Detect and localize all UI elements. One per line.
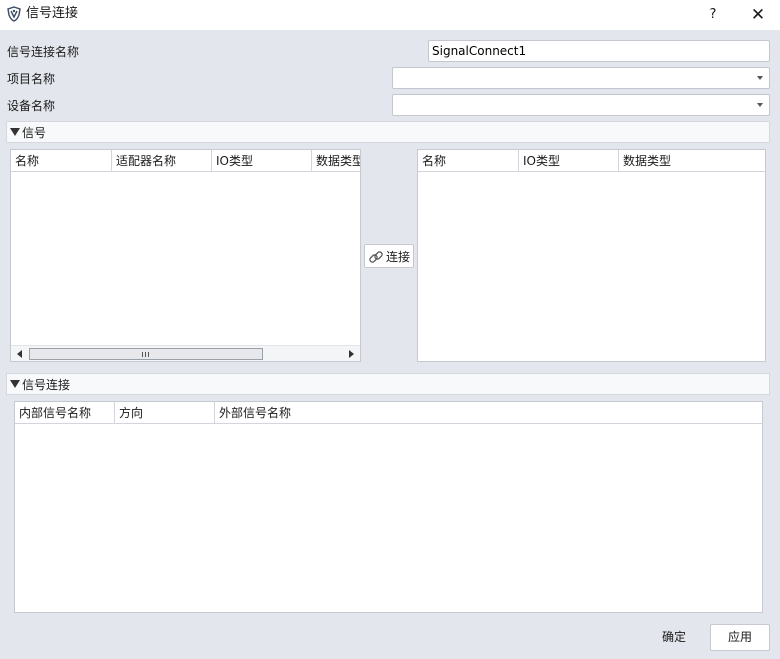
column-header-external-signal[interactable]: 外部信号名称 bbox=[215, 402, 762, 424]
column-header-io-type[interactable]: IO类型 bbox=[519, 150, 619, 172]
collapse-triangle-icon bbox=[10, 128, 20, 136]
column-header-data-type[interactable]: 数据类型 bbox=[312, 150, 360, 172]
close-button[interactable]: ✕ bbox=[744, 3, 772, 27]
target-signal-table[interactable]: 名称 IO类型 数据类型 bbox=[417, 149, 766, 362]
signal-section-title: 信号 bbox=[22, 126, 47, 140]
device-name-select[interactable] bbox=[392, 94, 770, 116]
connect-button-label: 连接 bbox=[386, 250, 411, 264]
signal-section-header[interactable]: 信号 bbox=[6, 121, 770, 143]
window-title: 信号连接 bbox=[26, 6, 79, 21]
scroll-right-icon[interactable] bbox=[349, 350, 354, 358]
connection-name-label: 信号连接名称 bbox=[7, 45, 80, 59]
title-bar: 信号连接 ? ✕ bbox=[0, 0, 780, 30]
column-header-name[interactable]: 名称 bbox=[418, 150, 519, 172]
help-button[interactable]: ? bbox=[700, 3, 726, 27]
scrollbar-thumb[interactable] bbox=[29, 348, 263, 360]
connect-button[interactable]: 连接 bbox=[364, 244, 414, 268]
horizontal-scrollbar[interactable] bbox=[11, 345, 360, 361]
collapse-triangle-icon bbox=[10, 380, 20, 388]
link-icon bbox=[369, 251, 383, 263]
chevron-down-icon bbox=[757, 76, 763, 80]
signal-connection-section-title: 信号连接 bbox=[22, 378, 71, 392]
source-signal-table[interactable]: 名称 适配器名称 IO类型 数据类型 bbox=[10, 149, 361, 362]
table-header: 名称 适配器名称 IO类型 数据类型 bbox=[11, 150, 360, 172]
connection-name-input[interactable]: SignalConnect1 bbox=[428, 40, 770, 62]
table-header: 名称 IO类型 数据类型 bbox=[418, 150, 765, 172]
project-name-select[interactable] bbox=[392, 67, 770, 89]
device-name-label: 设备名称 bbox=[7, 99, 56, 113]
project-name-label: 项目名称 bbox=[7, 72, 56, 86]
scroll-left-icon[interactable] bbox=[17, 350, 22, 358]
column-header-name[interactable]: 名称 bbox=[11, 150, 112, 172]
column-header-io-type[interactable]: IO类型 bbox=[212, 150, 312, 172]
column-header-adapter-name[interactable]: 适配器名称 bbox=[112, 150, 212, 172]
table-header: 内部信号名称 方向 外部信号名称 bbox=[15, 402, 762, 424]
chevron-down-icon bbox=[757, 103, 763, 107]
grip-icon bbox=[142, 352, 149, 357]
signal-connection-section-header[interactable]: 信号连接 bbox=[6, 373, 770, 395]
column-header-data-type[interactable]: 数据类型 bbox=[619, 150, 765, 172]
column-header-direction[interactable]: 方向 bbox=[115, 402, 215, 424]
ok-button[interactable]: 确定 bbox=[648, 624, 700, 650]
column-header-internal-signal[interactable]: 内部信号名称 bbox=[15, 402, 115, 424]
signal-connection-table[interactable]: 内部信号名称 方向 外部信号名称 bbox=[14, 401, 763, 613]
app-logo-icon bbox=[7, 6, 21, 22]
apply-button[interactable]: 应用 bbox=[710, 624, 770, 651]
